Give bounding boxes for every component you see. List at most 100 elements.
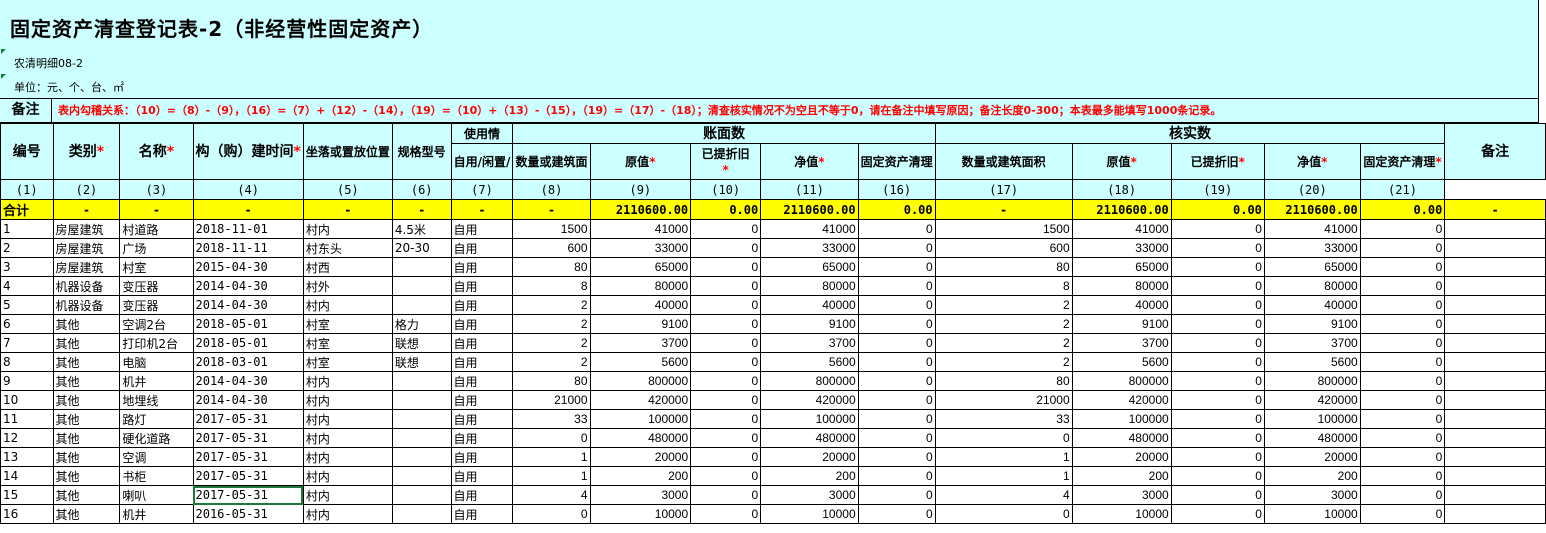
table-cell[interactable]: 村内 bbox=[302, 409, 393, 429]
table-cell[interactable]: 0 bbox=[1359, 219, 1446, 239]
table-cell[interactable]: 2017-05-31 bbox=[192, 447, 304, 467]
table-cell[interactable]: 0 bbox=[1359, 238, 1446, 258]
total-book-dep[interactable]: 0.00 bbox=[690, 199, 762, 220]
total-ver-clear[interactable]: 0.00 bbox=[1359, 199, 1446, 220]
table-cell[interactable]: 3000 bbox=[1263, 485, 1361, 505]
table-cell[interactable]: 村内 bbox=[302, 466, 393, 486]
table-cell[interactable]: 村内 bbox=[302, 447, 393, 467]
table-cell[interactable]: 9100 bbox=[589, 314, 692, 334]
table-cell[interactable]: 20-30 bbox=[391, 238, 452, 258]
table-cell[interactable]: 12 bbox=[0, 428, 54, 448]
table-cell[interactable]: 自用 bbox=[450, 466, 514, 486]
table-cell[interactable]: 机器设备 bbox=[52, 295, 121, 315]
table-cell[interactable]: 0 bbox=[1359, 333, 1446, 353]
table-cell[interactable]: 0 bbox=[1359, 466, 1446, 486]
table-cell[interactable]: 房屋建筑 bbox=[52, 257, 121, 277]
table-cell[interactable]: 0 bbox=[690, 276, 762, 296]
table-cell[interactable]: 2016-05-31 bbox=[192, 504, 304, 524]
table-cell[interactable]: 其他 bbox=[52, 314, 121, 334]
table-cell[interactable]: 0 bbox=[857, 485, 936, 505]
table-cell[interactable]: 村西 bbox=[302, 257, 393, 277]
table-cell[interactable]: 其他 bbox=[52, 352, 121, 372]
table-cell[interactable] bbox=[1444, 257, 1546, 277]
table-cell[interactable]: 0 bbox=[690, 409, 762, 429]
table-cell[interactable]: 村内 bbox=[302, 390, 393, 410]
table-cell[interactable]: 9 bbox=[0, 371, 54, 391]
table-cell[interactable]: 0 bbox=[857, 447, 936, 467]
table-cell[interactable]: 80 bbox=[934, 371, 1073, 391]
table-cell[interactable]: 其他 bbox=[52, 371, 121, 391]
table-cell[interactable]: 65000 bbox=[1071, 257, 1172, 277]
table-cell[interactable] bbox=[1444, 295, 1546, 315]
total-cell[interactable]: - bbox=[302, 199, 393, 220]
table-cell[interactable]: 200 bbox=[760, 466, 859, 486]
table-cell[interactable] bbox=[391, 504, 452, 524]
table-cell[interactable]: 9100 bbox=[1263, 314, 1361, 334]
table-cell[interactable]: 5600 bbox=[589, 352, 692, 372]
table-cell[interactable]: 33000 bbox=[589, 238, 692, 258]
table-cell[interactable]: 村东头 bbox=[302, 238, 393, 258]
table-cell[interactable]: 村内 bbox=[302, 371, 393, 391]
table-cell[interactable]: 800000 bbox=[589, 371, 692, 391]
table-cell[interactable]: 0 bbox=[857, 390, 936, 410]
table-cell[interactable]: 41000 bbox=[589, 219, 692, 239]
table-cell[interactable]: 41000 bbox=[1071, 219, 1172, 239]
table-cell[interactable]: 2014-04-30 bbox=[192, 276, 304, 296]
table-cell[interactable]: 自用 bbox=[450, 390, 514, 410]
table-cell[interactable]: 10000 bbox=[1071, 504, 1172, 524]
table-cell[interactable]: 100000 bbox=[760, 409, 859, 429]
table-cell[interactable]: 0 bbox=[512, 504, 591, 524]
table-cell[interactable]: 65000 bbox=[1263, 257, 1361, 277]
table-cell[interactable]: 4 bbox=[512, 485, 591, 505]
table-cell[interactable]: 机井 bbox=[119, 371, 194, 391]
table-cell[interactable]: 村内 bbox=[302, 428, 393, 448]
table-cell[interactable]: 自用 bbox=[450, 504, 514, 524]
table-cell[interactable]: 20000 bbox=[1263, 447, 1361, 467]
table-cell[interactable] bbox=[1444, 466, 1546, 486]
table-cell[interactable]: 自用 bbox=[450, 276, 514, 296]
table-cell[interactable]: 其他 bbox=[52, 333, 121, 353]
table-cell[interactable]: 20000 bbox=[1071, 447, 1172, 467]
table-cell[interactable] bbox=[1444, 447, 1546, 467]
table-cell[interactable]: 200 bbox=[1263, 466, 1361, 486]
table-cell[interactable]: 2 bbox=[512, 352, 591, 372]
table-cell[interactable]: 0 bbox=[1359, 371, 1446, 391]
table-cell[interactable]: 3000 bbox=[589, 485, 692, 505]
table-cell[interactable]: 0 bbox=[857, 409, 936, 429]
table-cell[interactable]: 2014-04-30 bbox=[192, 371, 304, 391]
table-cell[interactable]: 0 bbox=[857, 352, 936, 372]
table-cell[interactable]: 0 bbox=[1170, 504, 1265, 524]
table-cell[interactable]: 自用 bbox=[450, 485, 514, 505]
table-cell[interactable]: 16 bbox=[0, 504, 54, 524]
table-cell[interactable]: 村内 bbox=[302, 485, 393, 505]
table-cell[interactable]: 村外 bbox=[302, 276, 393, 296]
table-cell[interactable]: 6 bbox=[0, 314, 54, 334]
table-cell[interactable]: 自用 bbox=[450, 219, 514, 239]
table-cell[interactable]: 420000 bbox=[1071, 390, 1172, 410]
table-cell[interactable]: 自用 bbox=[450, 352, 514, 372]
table-cell[interactable]: 0 bbox=[1359, 390, 1446, 410]
table-cell[interactable]: 自用 bbox=[450, 409, 514, 429]
table-cell[interactable]: 80000 bbox=[1263, 276, 1361, 296]
table-cell[interactable]: 0 bbox=[1170, 447, 1265, 467]
table-cell[interactable]: 自用 bbox=[450, 447, 514, 467]
table-cell[interactable]: 40000 bbox=[589, 295, 692, 315]
table-cell[interactable]: 11 bbox=[0, 409, 54, 429]
table-cell[interactable] bbox=[391, 428, 452, 448]
table-cell[interactable]: 村室 bbox=[302, 333, 393, 353]
table-cell[interactable] bbox=[391, 257, 452, 277]
total-book-orig[interactable]: 2110600.00 bbox=[589, 199, 692, 220]
table-cell[interactable]: 480000 bbox=[589, 428, 692, 448]
table-cell[interactable]: 21000 bbox=[512, 390, 591, 410]
table-cell[interactable]: 2017-05-31 bbox=[192, 466, 304, 486]
table-cell[interactable]: 2 bbox=[512, 333, 591, 353]
table-cell[interactable]: 0 bbox=[1359, 295, 1446, 315]
table-cell[interactable]: 村室 bbox=[302, 352, 393, 372]
table-cell[interactable] bbox=[391, 485, 452, 505]
table-cell[interactable]: 5600 bbox=[1263, 352, 1361, 372]
table-cell[interactable]: 2018-11-11 bbox=[192, 238, 304, 258]
table-cell[interactable]: 村内 bbox=[302, 504, 393, 524]
table-cell[interactable]: 0 bbox=[690, 314, 762, 334]
table-cell[interactable]: 0 bbox=[690, 333, 762, 353]
table-cell[interactable]: 800000 bbox=[1071, 371, 1172, 391]
